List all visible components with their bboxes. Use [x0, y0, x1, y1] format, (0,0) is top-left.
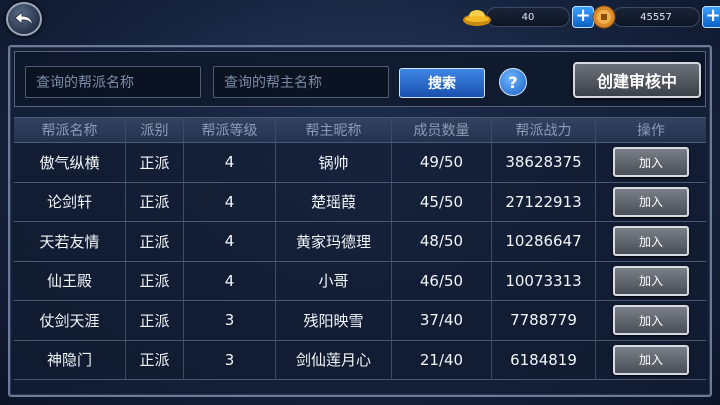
- gold-amount: 40: [486, 7, 570, 27]
- create-review-button[interactable]: 创建审核中: [573, 62, 701, 98]
- action-cell: 加入: [596, 341, 706, 380]
- header-action: 操作: [637, 123, 665, 139]
- search-bar: 查询的帮派名称 查询的帮主名称 搜索 ? 创建审核中: [14, 51, 706, 107]
- help-button[interactable]: ?: [499, 68, 527, 96]
- guild-level: 3: [184, 301, 276, 340]
- guild-members: 46/50: [392, 261, 492, 300]
- add-gold-button[interactable]: +: [572, 6, 594, 28]
- action-cell: 加入: [596, 262, 706, 301]
- guild-leader: 楚瑶葭: [276, 182, 392, 221]
- guild-members: 21/40: [392, 340, 492, 379]
- action-cell: 加入: [596, 222, 706, 261]
- back-button[interactable]: [6, 2, 42, 36]
- table-header: 帮派名称 派别 帮派等级 帮主昵称 成员数量 帮派战力 操作: [14, 117, 706, 143]
- guild-faction: 正派: [126, 301, 184, 340]
- guild-power: 10286647: [492, 222, 596, 261]
- header-faction: 派别: [126, 118, 184, 142]
- guild-level: 3: [184, 340, 276, 379]
- join-button[interactable]: 加入: [613, 147, 689, 178]
- guild-faction: 正派: [126, 182, 184, 221]
- guild-name: 仗剑天涯: [14, 301, 126, 340]
- join-button[interactable]: 加入: [613, 344, 689, 375]
- guild-members: 37/40: [392, 301, 492, 340]
- guild-faction: 正派: [126, 222, 184, 261]
- guild-level: 4: [184, 143, 276, 182]
- guild-leader: 剑仙莲月心: [276, 340, 392, 379]
- action-cell: 加入: [596, 143, 706, 182]
- guild-power: 10073313: [492, 261, 596, 300]
- join-button[interactable]: 加入: [613, 186, 689, 217]
- table-row: 神隐门 正派 3 剑仙莲月心 21/40 6184819 加入: [14, 340, 706, 380]
- guild-leader: 残阳映雪: [276, 301, 392, 340]
- guild-members: 49/50: [392, 143, 492, 182]
- header-members: 成员数量: [392, 118, 492, 142]
- action-cell: 加入: [596, 301, 706, 340]
- guild-power: 27122913: [492, 182, 596, 221]
- guild-name: 仙王殿: [14, 261, 126, 300]
- gold-currency: 40 +: [462, 5, 594, 29]
- gold-ingot-icon: [463, 10, 491, 26]
- join-button[interactable]: 加入: [613, 226, 689, 257]
- copper-coin-icon: [592, 5, 616, 29]
- leader-name-search-input[interactable]: 查询的帮主名称: [213, 66, 389, 98]
- guild-faction: 正派: [126, 261, 184, 300]
- guild-members: 45/50: [392, 182, 492, 221]
- coin-amount: 45557: [612, 7, 700, 27]
- guild-power: 7788779: [492, 301, 596, 340]
- guild-members: 48/50: [392, 222, 492, 261]
- guild-leader: 小哥: [276, 261, 392, 300]
- add-coin-button[interactable]: +: [702, 6, 720, 28]
- join-button[interactable]: 加入: [613, 305, 689, 336]
- guild-table: 帮派名称 派别 帮派等级 帮主昵称 成员数量 帮派战力 操作 傲气纵横 正派 4…: [14, 117, 706, 380]
- guild-level: 4: [184, 261, 276, 300]
- table-row: 傲气纵横 正派 4 锅帅 49/50 38628375 加入: [14, 143, 706, 183]
- guild-power: 6184819: [492, 340, 596, 379]
- guild-name-search-input[interactable]: 查询的帮派名称: [25, 66, 201, 98]
- table-row: 论剑轩 正派 4 楚瑶葭 45/50 27122913 加入: [14, 182, 706, 222]
- table-row: 天若友情 正派 4 黄家玛德理 48/50 10286647 加入: [14, 222, 706, 262]
- action-cell: 加入: [596, 183, 706, 222]
- coin-currency: 45557 +: [592, 5, 720, 29]
- header-guild-name: 帮派名称: [14, 118, 126, 142]
- guild-name: 傲气纵横: [14, 143, 126, 182]
- join-button[interactable]: 加入: [613, 265, 689, 296]
- guild-name: 神隐门: [14, 340, 126, 379]
- table-row: 仗剑天涯 正派 3 残阳映雪 37/40 7788779 加入: [14, 301, 706, 341]
- search-button[interactable]: 搜索: [399, 68, 485, 98]
- guild-name: 论剑轩: [14, 182, 126, 221]
- guild-list-panel: 查询的帮派名称 查询的帮主名称 搜索 ? 创建审核中 帮派名称 派别 帮派等级 …: [8, 45, 712, 397]
- guild-leader: 锅帅: [276, 143, 392, 182]
- guild-level: 4: [184, 182, 276, 221]
- guild-power: 38628375: [492, 143, 596, 182]
- back-arrow-icon: [14, 10, 34, 27]
- header-leader: 帮主昵称: [276, 118, 392, 142]
- header-level: 帮派等级: [184, 118, 276, 142]
- header-power: 帮派战力: [492, 118, 596, 142]
- table-row: 仙王殿 正派 4 小哥 46/50 10073313 加入: [14, 261, 706, 301]
- guild-level: 4: [184, 222, 276, 261]
- guild-name: 天若友情: [14, 222, 126, 261]
- guild-leader: 黄家玛德理: [276, 222, 392, 261]
- guild-faction: 正派: [126, 143, 184, 182]
- guild-faction: 正派: [126, 340, 184, 379]
